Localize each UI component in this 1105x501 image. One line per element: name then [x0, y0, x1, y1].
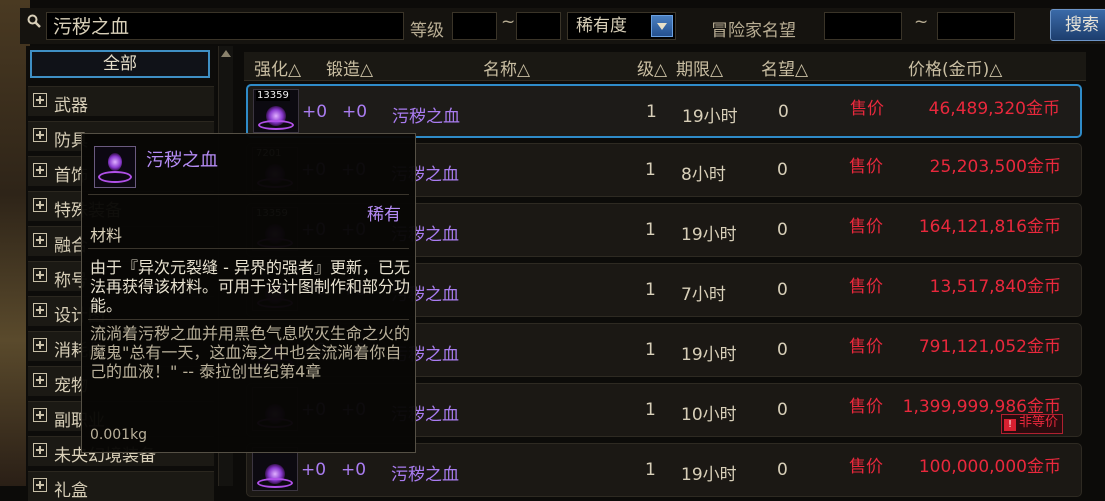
sale-label: 售价	[850, 99, 884, 119]
sale-label: 售价	[849, 277, 883, 297]
expand-plus-icon[interactable]	[33, 338, 47, 352]
rarity-select-value: 稀有度	[576, 16, 627, 36]
level-max-input[interactable]	[516, 12, 561, 40]
header-duration[interactable]: 期限△	[676, 55, 723, 80]
sale-label: 售价	[849, 157, 883, 177]
header-level[interactable]: 级△	[637, 55, 667, 80]
rarity-select[interactable]: 稀有度	[567, 12, 676, 40]
sale-label: 售价	[849, 457, 883, 477]
enhance-value: +0	[302, 102, 328, 122]
fame-min-input[interactable]	[824, 12, 902, 40]
non-equivalent-badge: ! 非等价	[1000, 414, 1063, 434]
search-input[interactable]: 污秽之血	[46, 12, 404, 40]
item-duration: 19小时	[681, 345, 737, 365]
forge-value: +0	[342, 102, 368, 122]
item-duration: 19小时	[681, 225, 737, 245]
item-icon	[94, 146, 136, 188]
sale-label: 售价	[849, 337, 883, 357]
header-enhance[interactable]: 强化△	[254, 55, 301, 80]
header-fame[interactable]: 名望△	[761, 55, 808, 80]
category-item[interactable]: 武器	[28, 86, 214, 116]
item-duration: 19小时	[682, 107, 738, 127]
scroll-up-icon[interactable]	[221, 50, 231, 57]
item-price: 25,203,500金币	[929, 157, 1061, 177]
search-button[interactable]: 搜索	[1050, 9, 1105, 41]
enhance-value: +0	[301, 460, 327, 480]
item-level: 1	[645, 400, 656, 420]
expand-plus-icon[interactable]	[33, 478, 47, 492]
item-price: 164,121,816金币	[918, 217, 1061, 237]
item-fame: 0	[777, 220, 788, 240]
category-all[interactable]: 全部	[30, 50, 210, 78]
item-level: 1	[645, 160, 656, 180]
level-range-separator: ~	[501, 12, 516, 32]
tooltip-divider	[88, 248, 409, 249]
header-forge[interactable]: 锻造△	[326, 55, 373, 80]
sale-label: 售价	[849, 397, 883, 417]
level-min-input[interactable]	[452, 12, 497, 40]
item-fame: 0	[777, 340, 788, 360]
item-name: 污秽之血	[391, 465, 459, 485]
item-duration: 19小时	[681, 465, 737, 485]
tooltip-divider	[88, 319, 409, 320]
tooltip-rarity: 稀有	[367, 205, 401, 225]
tooltip-weight: 0.001kg	[90, 427, 148, 443]
item-price: 100,000,000金币	[918, 457, 1061, 477]
header-price[interactable]: 价格(金币)△	[908, 55, 1002, 80]
expand-plus-icon[interactable]	[33, 233, 47, 247]
chevron-down-icon[interactable]	[651, 15, 673, 37]
item-level: 1	[646, 102, 657, 122]
tooltip-type: 材料	[90, 226, 123, 245]
item-tooltip: 污秽之血 稀有 材料 由于『异次元裂缝 - 异界的强者』更新，已无法再获得该材料…	[81, 133, 416, 453]
warning-icon: !	[1003, 419, 1016, 431]
table-row[interactable]: 13359 +0 +0 污秽之血 1 19小时 0 售价 46,489,320金币	[246, 84, 1082, 138]
item-duration: 8小时	[681, 165, 726, 185]
expand-plus-icon[interactable]	[33, 128, 47, 142]
item-fame: 0	[777, 160, 788, 180]
item-price: 791,121,052金币	[918, 337, 1061, 357]
item-level: 1	[645, 280, 656, 300]
item-fame: 0	[778, 102, 789, 122]
expand-plus-icon[interactable]	[33, 93, 47, 107]
tooltip-description: 由于『异次元裂缝 - 异界的强者』更新，已无法再获得该材料。可用于设计图制作和部…	[90, 258, 411, 315]
category-item[interactable]: 礼盒	[28, 471, 214, 501]
item-fame: 0	[777, 400, 788, 420]
item-price: 13,517,840金币	[929, 277, 1061, 297]
tooltip-title: 污秽之血	[146, 150, 218, 171]
category-label: 礼盒	[54, 481, 88, 501]
fame-label: 冒险家名望	[711, 21, 796, 41]
fame-max-input[interactable]	[937, 12, 1015, 40]
level-label: 等级	[410, 21, 444, 41]
expand-plus-icon[interactable]	[33, 198, 47, 212]
tooltip-lore: 流淌着污秽之血并用黑色气息吹灭生命之火的魔鬼"总有一天，这血海之中也会流淌着你自…	[90, 324, 411, 381]
item-fame: 0	[777, 280, 788, 300]
expand-plus-icon[interactable]	[33, 443, 47, 457]
category-label: 武器	[54, 96, 88, 116]
expand-plus-icon[interactable]	[33, 268, 47, 282]
item-level: 1	[645, 460, 656, 480]
fame-range-separator: ~	[914, 12, 929, 32]
item-level: 1	[645, 340, 656, 360]
item-count: 13359	[256, 90, 290, 101]
search-icon[interactable]	[27, 14, 41, 28]
item-duration: 10小时	[681, 405, 737, 425]
item-name: 污秽之血	[392, 107, 460, 127]
item-fame: 0	[777, 460, 788, 480]
tooltip-divider	[88, 194, 409, 195]
badge-label: 非等价	[1018, 415, 1058, 430]
expand-plus-icon[interactable]	[33, 373, 47, 387]
item-thumbnail: 13359	[253, 89, 299, 133]
expand-plus-icon[interactable]	[33, 163, 47, 177]
header-name[interactable]: 名称△	[483, 55, 530, 80]
item-level: 1	[645, 220, 656, 240]
sale-label: 售价	[849, 217, 883, 237]
item-price: 46,489,320金币	[928, 99, 1060, 119]
item-thumbnail	[252, 447, 298, 491]
expand-plus-icon[interactable]	[33, 408, 47, 422]
forge-value: +0	[341, 460, 367, 480]
item-duration: 7小时	[681, 285, 726, 305]
expand-plus-icon[interactable]	[33, 303, 47, 317]
